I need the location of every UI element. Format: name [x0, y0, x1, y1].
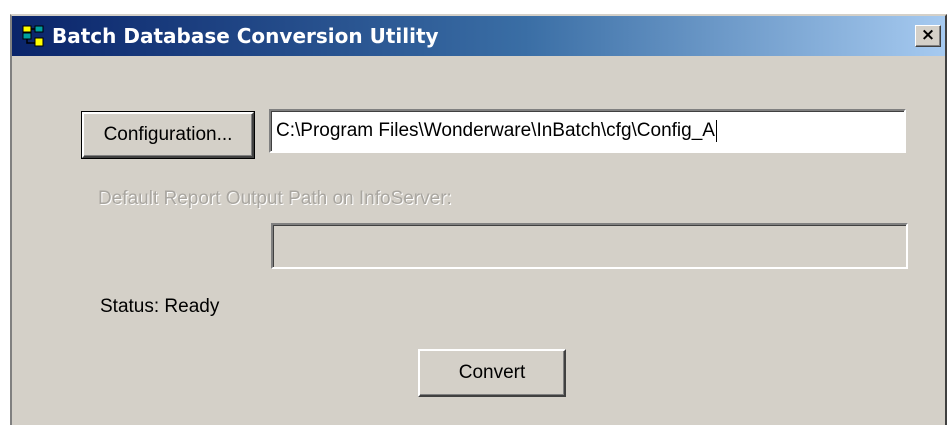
report-output-path-label: Default Report Output Path on InfoServer…	[98, 188, 452, 209]
window-title: Batch Database Conversion Utility	[52, 24, 439, 48]
report-output-path-field[interactable]	[271, 223, 908, 269]
close-icon: ×	[920, 25, 936, 45]
database-conversion-icon	[22, 24, 46, 48]
close-button[interactable]: ×	[915, 25, 941, 47]
configuration-button[interactable]: Configuration...	[81, 111, 255, 159]
conversion-utility-window: Batch Database Conversion Utility × Conf…	[10, 14, 947, 425]
status-text: Status: Ready	[100, 296, 220, 317]
convert-button[interactable]: Convert	[418, 349, 566, 397]
configuration-path-field[interactable]: C:\Program Files\Wonderware\InBatch\cfg\…	[269, 109, 906, 153]
title-bar[interactable]: Batch Database Conversion Utility ×	[12, 16, 945, 56]
text-caret	[715, 120, 717, 142]
configuration-path-value: C:\Program Files\Wonderware\InBatch\cfg\…	[276, 120, 715, 141]
